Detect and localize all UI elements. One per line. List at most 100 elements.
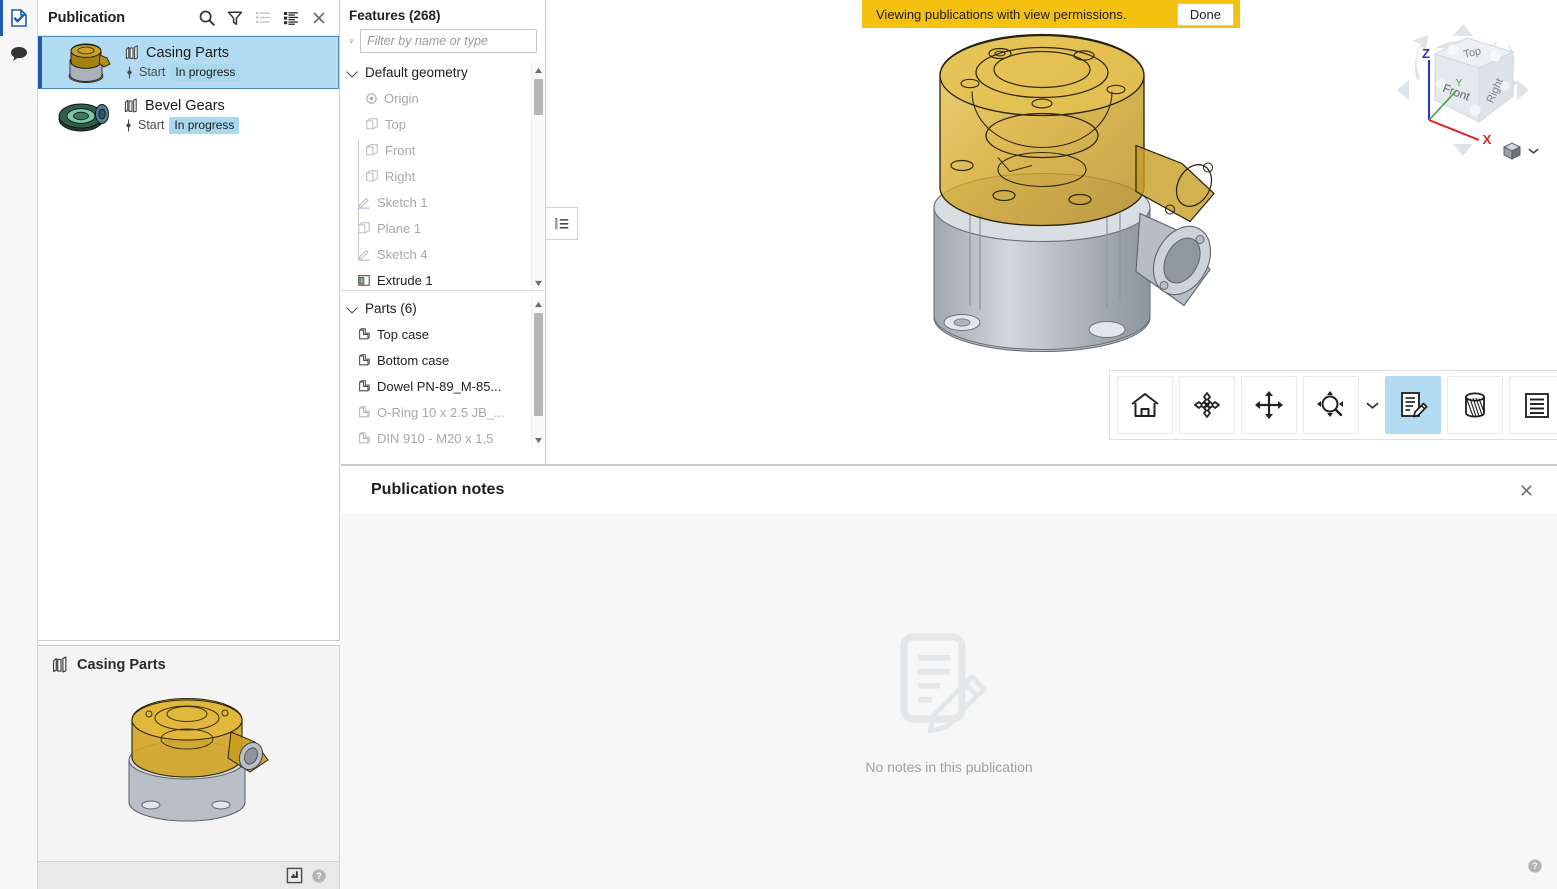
banner-message: Viewing publications with view permissio… [876,6,1127,22]
plane-icon [366,118,378,130]
bom-button[interactable] [1509,376,1557,434]
publication-item-name: Casing Parts [146,44,230,61]
comments-rail-icon[interactable] [0,36,38,72]
features-title: Features (268) [349,8,441,23]
features-filter-input[interactable] [360,29,537,53]
tree-item-plane-1[interactable]: Plane 1 [341,215,530,241]
tree-item-o-ring[interactable]: O-Ring 10 x 2.5 JB_... [341,399,530,425]
scroll-down-arrow-icon[interactable] [532,276,545,290]
part-icon [359,406,370,418]
features-tree-scrollbar[interactable] [531,63,544,290]
scroll-up-arrow-icon[interactable] [532,297,545,311]
move-icon [1255,391,1283,419]
publications-rail-icon[interactable] [0,0,38,36]
axis-label-y: Y [1456,78,1463,89]
tree-item-extrude-1[interactable]: Extrude 1 [341,267,530,290]
home-view-button[interactable] [1117,376,1173,434]
explode-icon [1194,392,1220,418]
zoom-dropdown-caret[interactable] [1362,376,1382,434]
publication-item-casing-parts[interactable]: Casing Parts Start In progress [38,36,339,89]
publication-panel-header: Publication [38,0,339,36]
parts-tree: Parts (6) Top case Bottom case Dowel PN-… [341,291,545,451]
model-viewport[interactable]: Top Front Right Z X Y [546,0,1557,465]
extrude-icon [358,275,370,286]
zoom-button[interactable] [1303,376,1359,434]
tree-item-label: Dowel PN-89_M-85... [377,378,502,394]
publication-list: Casing Parts Start In progress Bevel Gea… [38,36,339,142]
chevron-down-icon [1365,402,1379,409]
tree-item-label: Top case [377,326,430,342]
scroll-up-arrow-icon[interactable] [532,63,545,77]
panel-title: Publication [48,9,126,26]
list-view-icon[interactable] [249,4,277,32]
publication-thumbnail [53,39,119,86]
search-icon[interactable] [193,4,221,32]
part-icon [359,354,370,366]
tree-item-front-plane[interactable]: Front [341,137,530,163]
tree-item-right-plane[interactable]: Right [341,163,530,189]
parts-tree-scrollbar[interactable] [531,297,544,447]
help-button[interactable]: ? [1527,858,1543,879]
shaded-cube-icon [1502,142,1522,160]
permissions-banner: Viewing publications with view permissio… [862,0,1240,28]
display-mode-button[interactable] [1501,140,1539,162]
plane-icon [366,170,378,182]
chevron-down-icon [1528,148,1539,154]
pan-button[interactable] [1241,376,1297,434]
explode-button[interactable] [1179,376,1235,434]
notes-button[interactable] [1385,376,1441,434]
tree-flyout-toggle[interactable] [546,207,578,240]
tree-item-din-910[interactable]: DIN 910 - M20 x 1,5 [341,425,530,451]
tree-group-parts[interactable]: Parts (6) [341,295,530,321]
scrollbar-thumb[interactable] [534,313,543,416]
banner-done-button[interactable]: Done [1176,2,1234,26]
tree-item-dowel[interactable]: Dowel PN-89_M-85... [341,373,530,399]
preview-title: Casing Parts [77,656,166,673]
help-icon[interactable]: ? [311,868,327,884]
features-filter-row [341,29,545,59]
tree-item-origin[interactable]: Origin [341,85,530,111]
filter-icon[interactable] [349,33,354,50]
tree-group-default-geometry[interactable]: Default geometry [341,59,530,85]
tree-item-label: Plane 1 [377,220,422,236]
tree-item-top-plane[interactable]: Top [341,111,530,137]
filter-icon[interactable] [221,4,249,32]
tree-item-bottom-case[interactable]: Bottom case [341,347,530,373]
detail-view-icon[interactable] [277,4,305,32]
step-marker-icon [126,119,131,131]
tree-item-top-case[interactable]: Top case [341,321,530,347]
tree-item-label: Sketch 4 [377,246,428,262]
list-detail-icon [554,217,568,229]
viewer-toolbar [1109,370,1557,440]
notes-body: No notes in this publication [341,514,1557,889]
chevron-down-icon [347,66,359,78]
scroll-down-arrow-icon[interactable] [532,433,545,447]
publication-item-step: Start [139,65,166,79]
publication-panel: Publication Casing Parts Start In progre… [38,0,340,641]
status-badge: In progress [170,63,241,81]
home-icon [1131,393,1159,417]
left-icon-rail [0,0,38,889]
origin-icon [366,92,377,104]
publication-doc-icon [11,9,27,27]
close-icon[interactable] [305,4,333,32]
tree-item-sketch-1[interactable]: Sketch 1 [341,189,530,215]
close-icon [1520,484,1532,496]
scrollbar-thumb[interactable] [534,79,543,115]
tree-item-sketch-4[interactable]: Sketch 4 [341,241,530,267]
tree-item-label: Default geometry [365,64,468,80]
section-button[interactable] [1447,376,1503,434]
part-icon [359,328,370,340]
open-in-panel-icon[interactable] [286,867,303,884]
publication-item-bevel-gears[interactable]: Bevel Gears Start In progress [38,89,339,142]
notes-close-button[interactable] [1513,477,1539,503]
note-edit-icon [1401,392,1428,418]
sketch-icon [358,249,370,261]
tree-item-label: Top [385,116,406,132]
plane-icon [366,144,378,156]
publication-bar-icon [124,98,137,113]
tree-item-label: Bottom case [377,352,450,368]
publication-thumbnail [52,92,118,139]
note-edit-placeholder-icon [900,633,987,733]
part-icon [359,432,370,444]
